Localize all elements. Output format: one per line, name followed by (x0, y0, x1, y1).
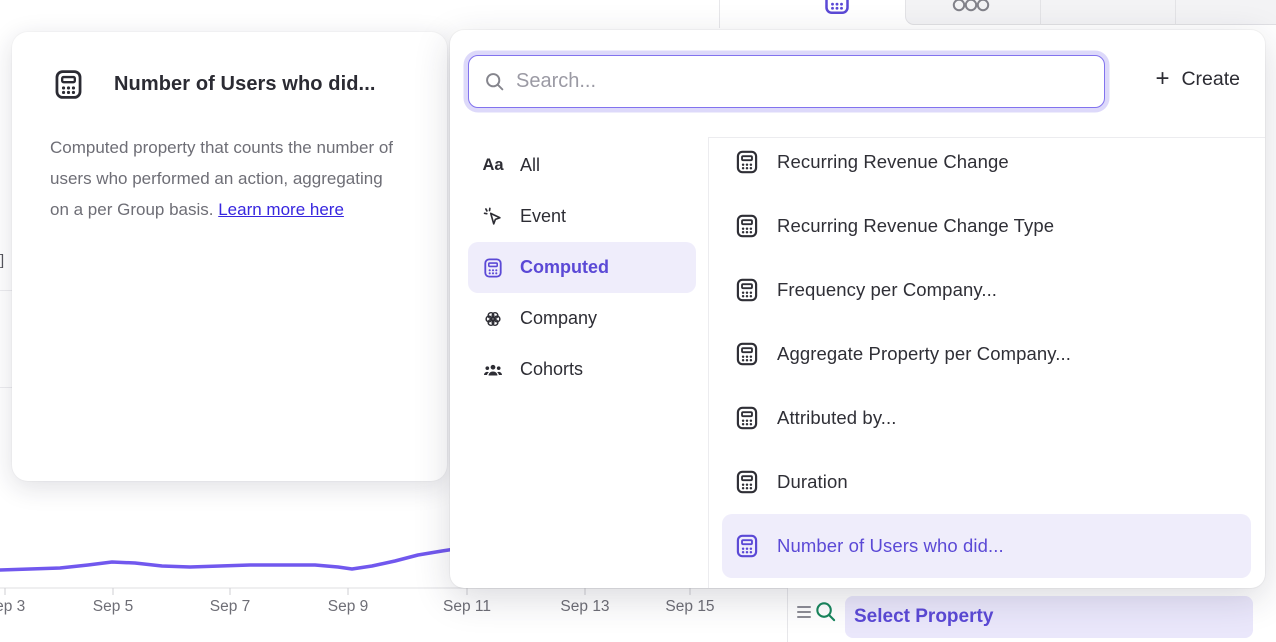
event-cursor-icon (482, 206, 504, 228)
calculator-icon (52, 68, 85, 101)
x-axis-label: Sep 15 (665, 598, 714, 616)
create-button-label: Create (1181, 68, 1240, 91)
tab-strip (720, 0, 1276, 25)
tooltip-header: Number of Users who did... (12, 32, 447, 101)
property-item[interactable]: Frequency per Company... (722, 258, 1251, 322)
divider (787, 588, 788, 642)
calculator-icon (734, 533, 760, 559)
property-item[interactable]: Attributed by... (722, 386, 1251, 450)
property-tooltip-card: Number of Users who did... Computed prop… (12, 32, 447, 481)
property-item[interactable]: Recurring Revenue Change Type (722, 194, 1251, 258)
property-picker-panel: + Create Aa All Event Computed Company (450, 30, 1265, 588)
x-axis-label: Sep 13 (560, 598, 609, 616)
x-axis-label: Sep 9 (328, 598, 369, 616)
divider (708, 137, 709, 588)
x-axis-label: Sep 7 (210, 598, 251, 616)
property-item[interactable]: Recurring Revenue Change (722, 130, 1251, 194)
category-list: Aa All Event Computed Company Cohorts (468, 140, 696, 395)
category-computed[interactable]: Computed (468, 242, 696, 293)
search-icon (484, 71, 505, 92)
left-edge-fragment: ] (0, 252, 4, 269)
tab-2[interactable] (905, 0, 1040, 25)
select-property-button[interactable]: Select Property (845, 596, 1253, 638)
cohorts-icon (482, 359, 504, 381)
drag-handle-icon[interactable] (797, 606, 811, 621)
tab-4[interactable] (1175, 0, 1276, 25)
text-format-icon: Aa (482, 155, 504, 177)
plus-icon: + (1155, 67, 1169, 91)
search-input[interactable] (516, 70, 1089, 93)
learn-more-link[interactable]: Learn more here (218, 200, 344, 219)
property-item[interactable]: Aggregate Property per Company... (722, 322, 1251, 386)
calculator-icon (734, 469, 760, 495)
tab-computed-active[interactable] (770, 0, 905, 25)
tab-3[interactable] (1040, 0, 1175, 25)
tooltip-title: Number of Users who did... (114, 73, 376, 96)
calculator-icon (734, 405, 760, 431)
calculator-icon (734, 149, 760, 175)
property-item-highlighted[interactable]: Number of Users who did... (722, 514, 1251, 578)
property-list: Recurring Revenue Change Recurring Reven… (722, 130, 1251, 578)
tooltip-description: Computed property that counts the number… (50, 132, 402, 225)
screen: Sep 3 Sep 5 Sep 7 Sep 9 Sep 11 Sep 13 Se… (0, 0, 1276, 642)
calculator-icon (734, 213, 760, 239)
calculator-icon (822, 0, 852, 16)
calculator-icon (734, 341, 760, 367)
category-event[interactable]: Event (468, 191, 696, 242)
company-icon (482, 308, 504, 330)
dots-icon (951, 0, 991, 25)
query-builder-row: Select Property (788, 588, 1276, 642)
property-item[interactable]: Duration (722, 450, 1251, 514)
select-property-label: Select Property (854, 606, 993, 627)
category-cohorts[interactable]: Cohorts (468, 344, 696, 395)
calculator-icon (482, 257, 504, 279)
partial-icon (1228, 0, 1240, 25)
x-axis-label: Sep 11 (443, 598, 491, 616)
category-all[interactable]: Aa All (468, 140, 696, 191)
x-axis-label: Sep 5 (93, 598, 134, 616)
calculator-icon (734, 277, 760, 303)
search-icon-green (814, 600, 837, 623)
create-button[interactable]: + Create (1155, 68, 1240, 91)
x-axis-label: Sep 3 (0, 598, 25, 616)
curve-icon (1084, 0, 1128, 25)
category-company[interactable]: Company (468, 293, 696, 344)
search-input-wrapper (468, 55, 1105, 108)
